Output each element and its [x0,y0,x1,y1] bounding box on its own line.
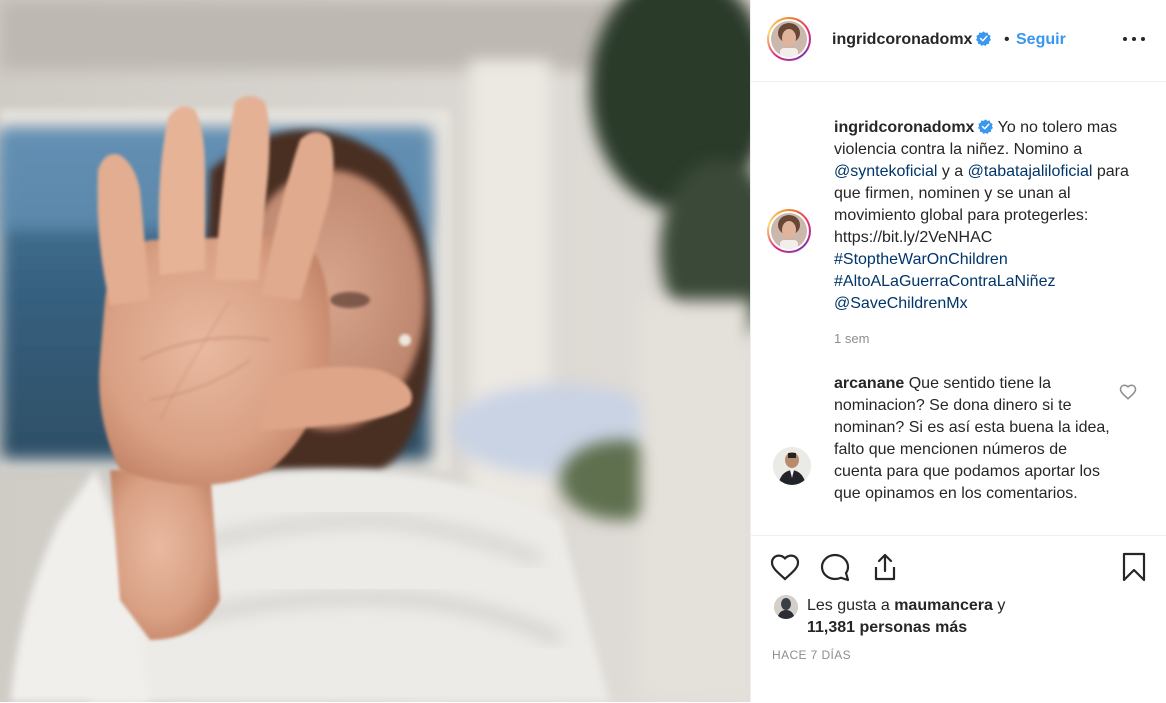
caption-author-avatar[interactable] [767,209,811,253]
post-caption: ingridcoronadomx Yo no tolero mas violen… [834,117,1152,315]
heart-icon[interactable] [769,551,801,583]
author-username[interactable]: ingridcoronadomx [832,31,992,49]
comment-username[interactable]: arcanane [834,375,904,392]
liker-username[interactable]: maumancera [894,597,993,614]
author-avatar[interactable] [767,17,811,61]
mention-link[interactable]: @syntekoficial [834,163,937,180]
follow-button[interactable]: Seguir [1016,31,1066,49]
likes-prefix: Les gusta a [807,597,890,614]
post-timestamp[interactable]: HACE 7 DÍAS [772,648,851,662]
more-dot [1123,37,1127,41]
comment-icon[interactable] [819,551,851,583]
liker-avatar-image [774,595,798,619]
post-photo[interactable] [0,0,750,702]
author-avatar-image [771,21,807,57]
share-icon[interactable] [869,551,901,583]
likes-connector: y [997,597,1006,614]
likes-count[interactable]: 11,381 personas más [807,619,967,636]
more-dot [1132,37,1136,41]
caption-timestamp[interactable]: 1 sem [834,331,869,346]
comment-text: Que sentido tiene la nominacion? Se dona… [834,375,1110,502]
post-side-panel: ingridcoronadomx • Seguir ingridcoronado… [750,0,1166,702]
separator-dot: • [1004,31,1010,48]
post-header: ingridcoronadomx • Seguir [751,0,1166,82]
commenter-avatar[interactable] [773,447,811,485]
verified-badge-icon [976,31,992,46]
hashtag-link[interactable]: #AltoALaGuerraContraLaNiñez [834,273,1055,290]
commenter-avatar-image [773,447,811,485]
more-dot [1141,37,1145,41]
caption-username[interactable]: ingridcoronadomx [834,119,974,136]
more-options-icon[interactable] [1121,26,1151,52]
author-username-text[interactable]: ingridcoronadomx [832,31,972,48]
hashtag-link[interactable]: #StoptheWarOnChildren [834,251,1008,268]
mention-link[interactable]: @tabatajaliloficial [968,163,1093,180]
mention-link[interactable]: @SaveChildrenMx [834,295,968,312]
comment-like-heart-icon[interactable] [1119,383,1137,401]
caption-avatar-image [771,213,807,249]
post-actions: Les gusta a maumancera y 11,381 personas… [751,535,1166,703]
bookmark-icon[interactable] [1118,551,1150,583]
verified-badge-icon [978,119,994,134]
post-photo-image [0,0,750,702]
instagram-post-view: ingridcoronadomx • Seguir ingridcoronado… [0,0,1166,702]
likes-summary: Les gusta a maumancera y 11,381 personas… [807,595,1137,639]
caption-text: y a [941,163,964,180]
liker-avatar[interactable] [774,595,798,619]
comment-item: arcanane Que sentido tiene la nominacion… [834,373,1119,505]
